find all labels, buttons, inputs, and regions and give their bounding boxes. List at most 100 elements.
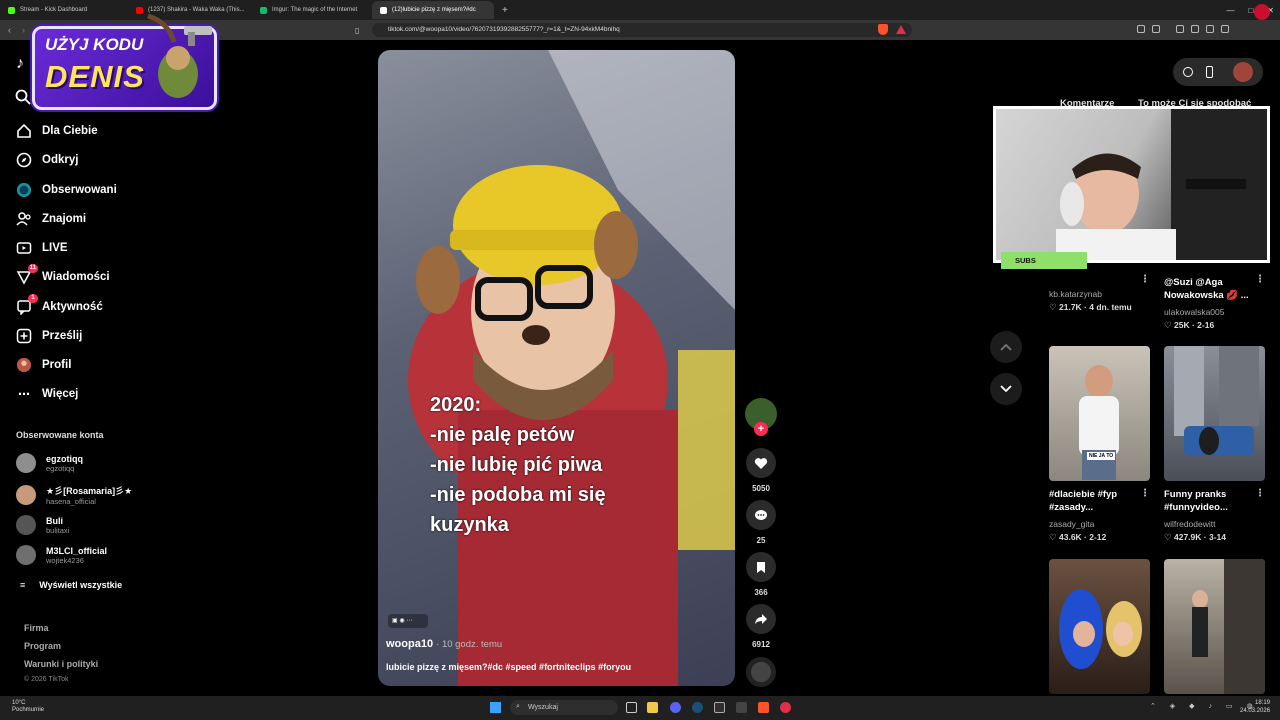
- account-username: egzotiqq: [46, 463, 75, 473]
- extension-icon[interactable]: [1152, 25, 1160, 33]
- windows-start-icon[interactable]: [490, 702, 501, 713]
- profile-menu-icon[interactable]: [1254, 4, 1270, 20]
- extension-icon[interactable]: [1191, 25, 1199, 33]
- nav-wiecej[interactable]: ⋯ Więcej: [16, 384, 78, 404]
- followed-account[interactable]: ★彡[Rosamaria]彡★ hasena_official: [16, 484, 132, 506]
- card-user[interactable]: ulakowalska005: [1164, 307, 1224, 317]
- url-field[interactable]: tiktok.com/@woopa10/video/76207319392882…: [372, 23, 912, 37]
- more-options-icon[interactable]: ⋮: [1140, 274, 1150, 285]
- browser-tab[interactable]: Imgur: The magic of the Internet: [252, 1, 372, 19]
- more-options-icon[interactable]: ⋮: [1255, 274, 1265, 285]
- comment-icon[interactable]: [746, 500, 776, 530]
- back-icon[interactable]: ‹: [8, 25, 11, 35]
- card-user[interactable]: kb.katarzynab: [1049, 289, 1102, 299]
- browser-tab-active[interactable]: (12)lubicie pizzę z mięsem?#dc: [372, 1, 494, 19]
- minimize-icon[interactable]: —: [1226, 6, 1234, 15]
- card-title[interactable]: @Suzi @Aga Nowakowska 💋 ...: [1164, 276, 1264, 302]
- follow-plus-button[interactable]: +: [754, 422, 768, 436]
- compass-icon[interactable]: [1183, 67, 1193, 77]
- taskbar-clock[interactable]: 18:19 24.03.2026: [1240, 699, 1270, 715]
- thumbnail-caption: NIE JA TO: [1087, 452, 1116, 460]
- card-likes: 43.6K: [1059, 532, 1082, 542]
- obs-icon[interactable]: [714, 702, 725, 713]
- video-author[interactable]: woopa10: [386, 638, 433, 650]
- card-user[interactable]: wilfredodewitt: [1164, 519, 1216, 529]
- see-all-button[interactable]: ≡ Wyświetl wszystkie: [20, 580, 122, 590]
- video-thumbnail[interactable]: [1164, 559, 1265, 694]
- heart-icon[interactable]: [746, 448, 776, 478]
- nav-dla-ciebie[interactable]: Dla Ciebie: [16, 121, 98, 141]
- file-explorer-icon[interactable]: [647, 702, 658, 713]
- video-player[interactable]: 2020: -nie palę petów -nie lubię pić piw…: [378, 50, 735, 686]
- avatar: [16, 485, 36, 505]
- share-icon[interactable]: [746, 604, 776, 634]
- save-action[interactable]: 366: [745, 552, 777, 597]
- card-title[interactable]: #dlaciebie #fyp #zasady...: [1049, 488, 1141, 514]
- brave-icon[interactable]: [758, 702, 769, 713]
- brave-shield-icon[interactable]: [878, 24, 888, 35]
- more-options-icon[interactable]: ⋮: [1255, 488, 1265, 499]
- nav-live[interactable]: LIVE: [16, 238, 68, 258]
- new-tab-button[interactable]: +: [494, 1, 516, 19]
- nav-label: LIVE: [42, 242, 68, 254]
- user-avatar[interactable]: [1233, 62, 1253, 82]
- extension-icon[interactable]: [1206, 25, 1214, 33]
- footer-link[interactable]: Firma: [24, 623, 49, 633]
- heart-outline-icon: ♡: [1049, 302, 1057, 312]
- card-likes: 21.7K: [1059, 302, 1082, 312]
- weather-widget[interactable]: 10°C Pochmurnie: [12, 700, 44, 714]
- music-disc-icon[interactable]: [746, 657, 776, 687]
- video-thumbnail[interactable]: [1164, 346, 1265, 481]
- nav-znajomi[interactable]: Znajomi: [16, 209, 86, 229]
- nav-aktywnosc[interactable]: 1 Aktywność: [16, 294, 103, 317]
- previous-video-button[interactable]: [990, 331, 1022, 363]
- tiktok-logo[interactable]: ♪: [16, 55, 24, 73]
- more-options-icon[interactable]: ⋮: [1140, 488, 1150, 499]
- footer-link[interactable]: Program: [24, 641, 61, 651]
- extension-icon[interactable]: [1137, 25, 1145, 33]
- comment-action[interactable]: 25: [745, 500, 777, 545]
- nav-przeslij[interactable]: Prześlij: [16, 326, 82, 346]
- steam-icon[interactable]: [692, 702, 703, 713]
- xbox-icon[interactable]: [736, 702, 747, 713]
- browser-tab[interactable]: Stream - Kick Dashboard: [0, 1, 128, 19]
- extension-icon[interactable]: [1221, 25, 1229, 33]
- extension-icon[interactable]: [1176, 25, 1184, 33]
- share-count: 6912: [752, 640, 770, 649]
- share-action[interactable]: 6912: [745, 604, 777, 649]
- rewards-icon[interactable]: [896, 25, 906, 34]
- effect-chip[interactable]: ▣ ◉ ⋯: [388, 614, 428, 628]
- followed-account[interactable]: egzotiqq egzotiqq: [16, 453, 83, 473]
- bookmark-icon[interactable]: [746, 552, 776, 582]
- video-author-row[interactable]: woopa10 · 10 godz. temu: [386, 638, 502, 650]
- card-date: 4 dn. temu: [1089, 302, 1132, 312]
- followed-account[interactable]: M3LCI_official wojtek4236: [16, 545, 107, 565]
- nav-odkryj[interactable]: Odkryj: [16, 150, 78, 170]
- nav-label: Wiadomości: [42, 271, 110, 283]
- task-view-icon[interactable]: [626, 702, 637, 713]
- discord-icon[interactable]: [670, 702, 681, 713]
- thumbnail-illustration: [1192, 559, 1265, 694]
- next-video-button[interactable]: [990, 373, 1022, 405]
- card-title[interactable]: Funny pranks #funnyvideo...: [1164, 488, 1256, 514]
- video-caption[interactable]: lubicie pizzę z mięsem?#dc #speed #fortn…: [386, 662, 631, 672]
- nav-profil[interactable]: Profil: [16, 355, 71, 375]
- device-icon[interactable]: [1206, 66, 1213, 78]
- nav-obserwowani[interactable]: Obserwowani: [16, 180, 117, 200]
- search-icon[interactable]: [14, 88, 32, 106]
- app-icon[interactable]: [780, 702, 791, 713]
- maximize-icon[interactable]: □: [1248, 6, 1253, 15]
- video-thumbnail[interactable]: NIE JA TO: [1049, 346, 1150, 481]
- nav-wiadomosci[interactable]: 11 Wiadomości: [16, 264, 110, 287]
- account-name: M3LCI_official: [46, 545, 108, 556]
- forward-icon[interactable]: ›: [22, 25, 25, 35]
- video-thumbnail[interactable]: [1049, 559, 1150, 694]
- like-action[interactable]: 5050: [745, 448, 777, 493]
- taskbar-search[interactable]: Wyszukaj: [510, 700, 618, 715]
- like-count: 5050: [752, 484, 770, 493]
- card-meta: ♡ 21.7K · 4 dn. temu: [1049, 302, 1132, 312]
- bookmark-icon[interactable]: ▯: [355, 26, 359, 35]
- followed-account[interactable]: Buli bulitaxi: [16, 515, 69, 535]
- card-user[interactable]: zasady_gita: [1049, 519, 1094, 529]
- footer-link[interactable]: Warunki i polityki: [24, 659, 98, 669]
